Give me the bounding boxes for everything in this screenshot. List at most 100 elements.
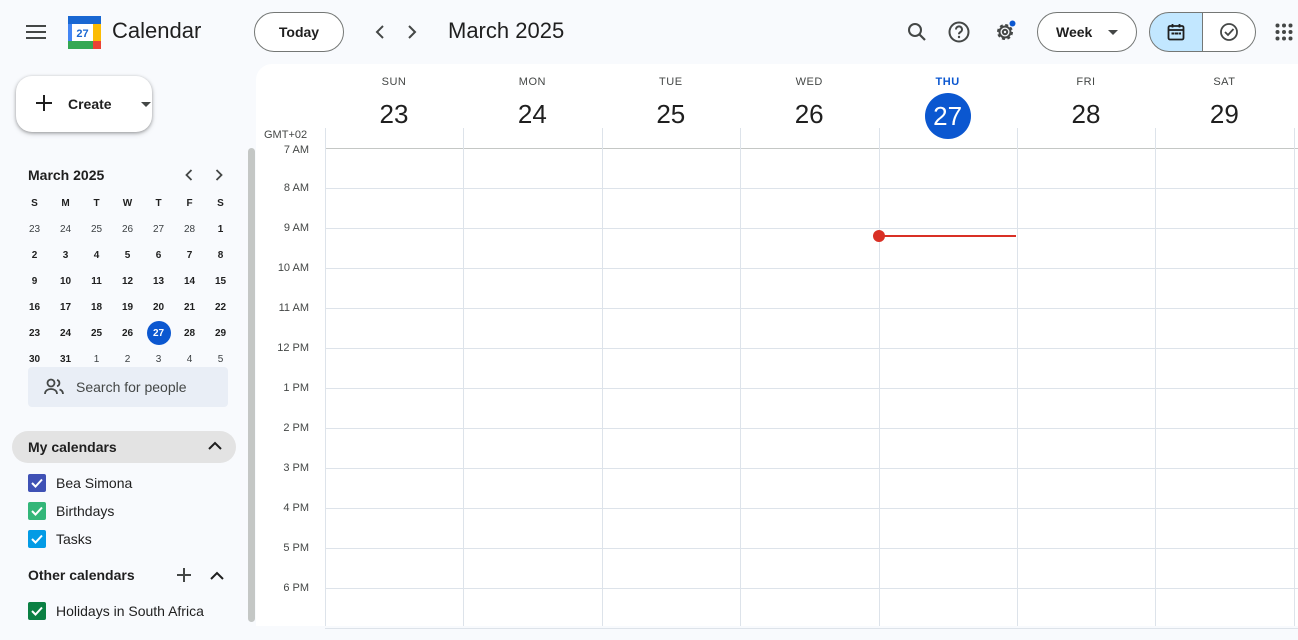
hour-label: 9 AM [283, 222, 309, 234]
create-button[interactable]: Create [16, 76, 152, 132]
checkbox-checked-icon[interactable] [28, 530, 46, 548]
day-header-mon[interactable]: MON 24 [463, 64, 601, 148]
mini-day[interactable]: 27 [143, 320, 174, 346]
day-header-sat[interactable]: SAT 29 [1155, 64, 1293, 148]
mini-day[interactable]: 26 [112, 216, 143, 242]
mini-day-number: 27 [152, 223, 165, 235]
checkbox-checked-icon[interactable] [28, 502, 46, 520]
day-date[interactable]: 23 [325, 99, 463, 130]
mini-day-number: 15 [214, 275, 227, 287]
mini-day-number: 28 [183, 223, 196, 235]
mini-day[interactable]: 17 [50, 294, 81, 320]
day-date[interactable]: 29 [1155, 99, 1293, 130]
mini-day[interactable]: 19 [112, 294, 143, 320]
mini-day[interactable]: 29 [205, 320, 236, 346]
view-selector[interactable]: Week [1037, 12, 1137, 52]
my-calendars-header[interactable]: My calendars [12, 431, 236, 463]
help-button[interactable] [939, 12, 979, 52]
mini-day[interactable]: 26 [112, 320, 143, 346]
day-header-sun[interactable]: SUN 23 [325, 64, 463, 148]
add-other-calendar-button[interactable] [169, 561, 199, 589]
mini-day[interactable]: 25 [81, 216, 112, 242]
mini-day[interactable]: 7 [174, 242, 205, 268]
calendar-view-icon [1167, 23, 1185, 41]
day-date[interactable]: 28 [1017, 99, 1155, 130]
mini-day[interactable]: 9 [19, 268, 50, 294]
mini-day[interactable]: 10 [50, 268, 81, 294]
mini-day[interactable]: 18 [81, 294, 112, 320]
mini-day[interactable]: 22 [205, 294, 236, 320]
day-date[interactable]: 26 [740, 99, 878, 130]
mini-day[interactable]: 14 [174, 268, 205, 294]
mini-day[interactable]: 27 [143, 216, 174, 242]
mini-day[interactable]: 20 [143, 294, 174, 320]
day-date-number: 27 [924, 93, 971, 139]
mini-day[interactable]: 8 [205, 242, 236, 268]
my-calendars-label: My calendars [28, 439, 117, 455]
calendar-item-birthdays[interactable]: Birthdays [28, 501, 114, 521]
sidebar-scrollbar[interactable] [248, 148, 255, 622]
search-button[interactable] [897, 12, 937, 52]
day-header-wed[interactable]: WED 26 [740, 64, 878, 148]
mini-day-number: 14 [183, 275, 196, 287]
help-icon [948, 21, 970, 43]
mini-day[interactable]: 24 [50, 216, 81, 242]
mini-day[interactable]: 4 [81, 242, 112, 268]
mini-day-number: 29 [214, 327, 227, 339]
day-header-thu[interactable]: THU 27 [879, 64, 1017, 148]
calendar-view-toggle[interactable] [1149, 12, 1203, 52]
mini-day[interactable]: 28 [174, 320, 205, 346]
mini-prev-month-button[interactable] [174, 160, 204, 190]
mini-day[interactable]: 21 [174, 294, 205, 320]
day-header-fri[interactable]: FRI 28 [1017, 64, 1155, 148]
mini-day-number: 30 [28, 353, 41, 365]
day-date[interactable]: 25 [602, 99, 740, 130]
mini-day[interactable]: 5 [112, 242, 143, 268]
day-date[interactable]: 27 [879, 93, 1017, 139]
mini-day-number: 5 [217, 353, 224, 365]
settings-button[interactable] [985, 12, 1025, 52]
hour-label: 6 PM [283, 582, 309, 594]
checkbox-checked-icon[interactable] [28, 474, 46, 492]
other-calendars-collapse-button[interactable] [202, 561, 232, 589]
calendar-item-tasks[interactable]: Tasks [28, 529, 92, 549]
checkbox-checked-icon[interactable] [28, 602, 46, 620]
mini-day[interactable]: 2 [19, 242, 50, 268]
mini-day[interactable]: 24 [50, 320, 81, 346]
mini-day[interactable]: 3 [50, 242, 81, 268]
day-date[interactable]: 24 [463, 99, 601, 130]
mini-day-number: 9 [31, 275, 38, 287]
mini-next-month-button[interactable] [204, 160, 234, 190]
create-button-label: Create [68, 96, 112, 112]
mini-day[interactable]: 13 [143, 268, 174, 294]
today-button[interactable]: Today [254, 12, 344, 52]
next-week-button[interactable] [392, 12, 432, 52]
main-menu-button[interactable] [16, 12, 56, 52]
tasks-view-toggle[interactable] [1202, 12, 1256, 52]
plus-icon [176, 567, 192, 583]
weekday-label: M [61, 197, 70, 209]
weekday-label: W [122, 197, 133, 209]
mini-day[interactable]: 12 [112, 268, 143, 294]
mini-day[interactable]: 23 [19, 320, 50, 346]
calendar-item-bea-simona[interactable]: Bea Simona [28, 473, 132, 493]
mini-day[interactable]: 6 [143, 242, 174, 268]
mini-day[interactable]: 28 [174, 216, 205, 242]
mini-day[interactable]: 23 [19, 216, 50, 242]
apps-button[interactable] [1264, 12, 1298, 52]
day-name: MON [518, 76, 546, 88]
mini-day[interactable]: 11 [81, 268, 112, 294]
mini-week-row: 23 24 25 26 27 28 29 [19, 320, 237, 346]
week-view: GMT+02 SUN 23 MON 24 TUE 25 WED 26 THU 27 FRI 28 SAT… [256, 64, 1298, 629]
mini-day[interactable]: 25 [81, 320, 112, 346]
calendar-item-holidays-south-africa[interactable]: Holidays in South Africa [28, 601, 204, 621]
mini-day-number: 11 [91, 275, 102, 287]
day-column-divider [1155, 128, 1156, 626]
mini-day[interactable]: 16 [19, 294, 50, 320]
mini-day[interactable]: 15 [205, 268, 236, 294]
day-header-tue[interactable]: TUE 25 [602, 64, 740, 148]
mini-day[interactable]: 1 [205, 216, 236, 242]
mini-day-number: 16 [28, 301, 41, 313]
mini-day-number: 24 [59, 327, 72, 339]
search-people-input[interactable]: Search for people [28, 367, 228, 407]
